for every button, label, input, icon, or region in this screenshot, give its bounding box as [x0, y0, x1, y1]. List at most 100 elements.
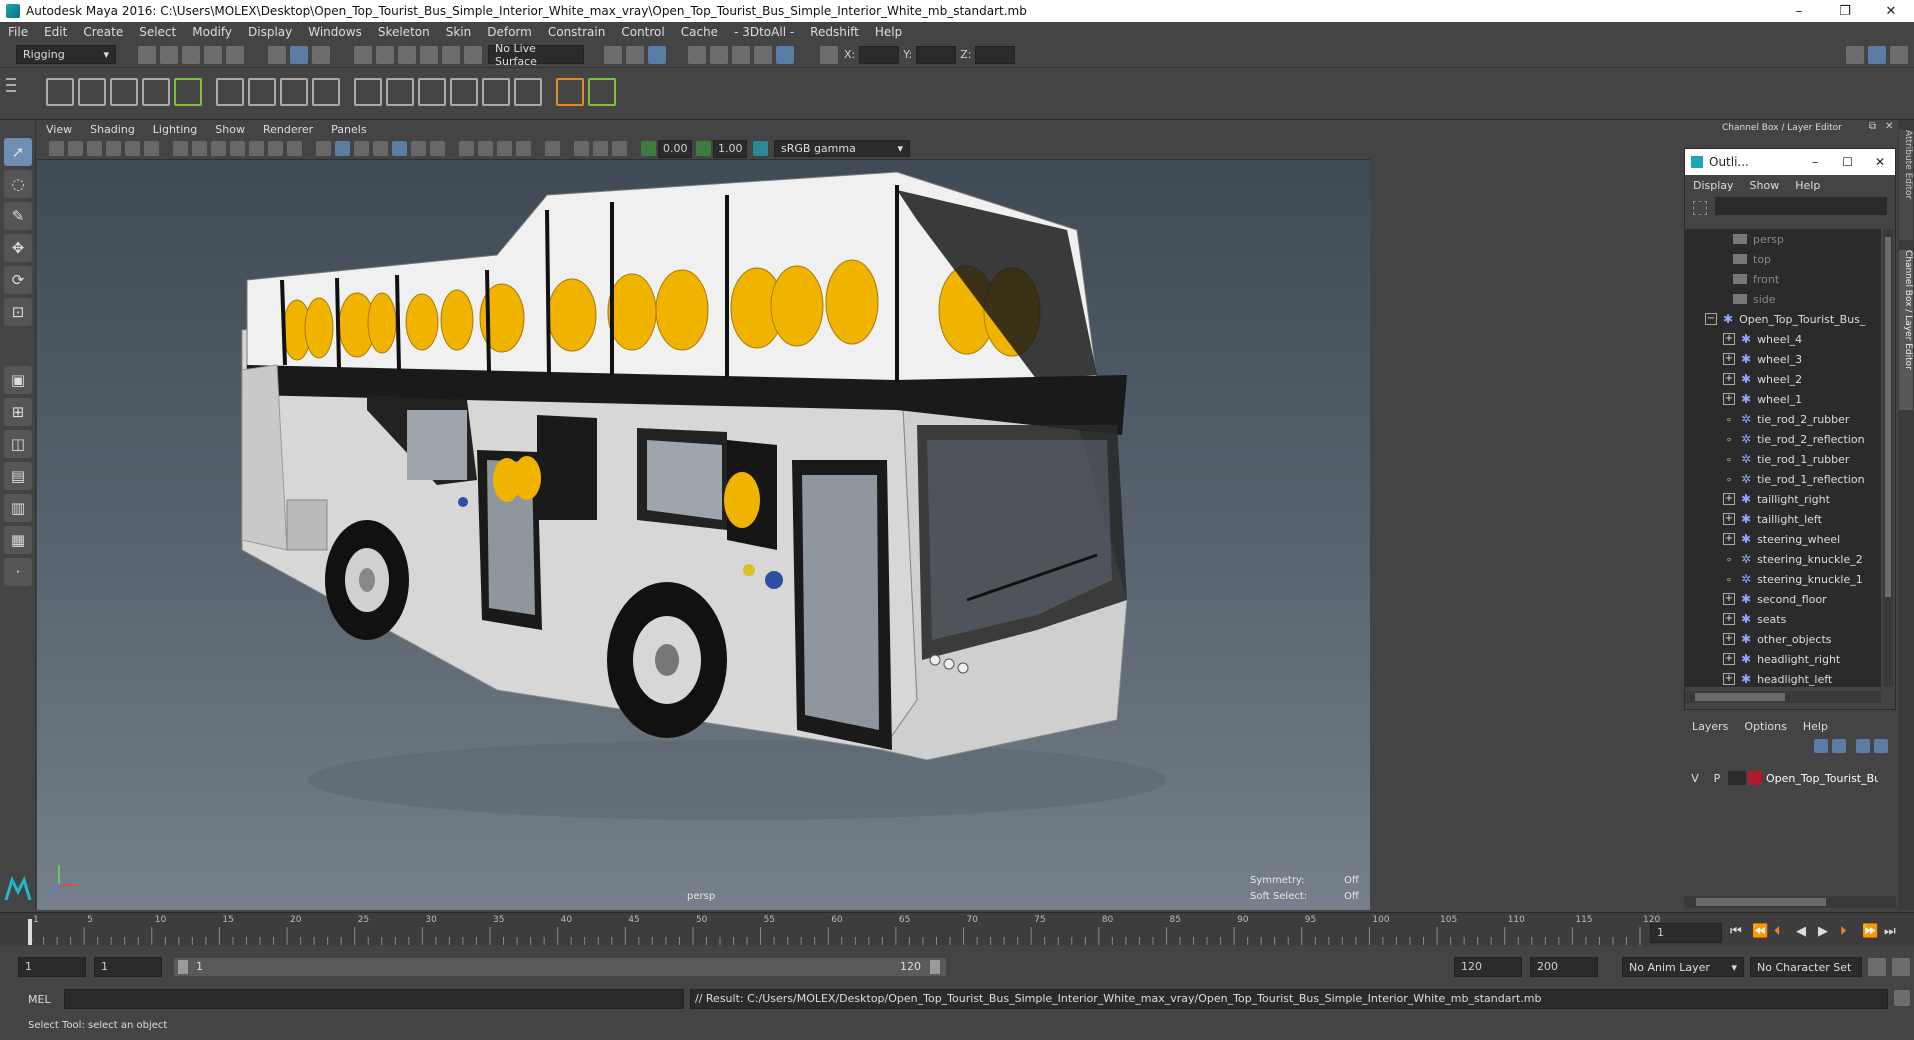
menu-skin[interactable]: Skin [438, 25, 480, 39]
vp-menu-lighting[interactable]: Lighting [144, 123, 206, 136]
outliner-menu-display[interactable]: Display [1685, 179, 1742, 192]
insert-joint-icon[interactable] [142, 78, 170, 106]
open-scene-icon[interactable] [160, 45, 178, 64]
xray-icon[interactable] [574, 141, 589, 156]
menu-redshift[interactable]: Redshift [802, 25, 867, 39]
expand-icon[interactable]: + [1723, 513, 1735, 525]
y-field[interactable] [916, 45, 957, 64]
animation-start-field[interactable]: 1 [18, 957, 86, 977]
script-language-label[interactable]: MEL [28, 993, 51, 1006]
expand-icon[interactable]: + [1723, 533, 1735, 545]
3d-viewport[interactable]: persp Symmetry: Off Soft Select: Off [37, 160, 1370, 910]
camera-attributes-icon[interactable] [68, 141, 83, 156]
tree-item[interactable]: ∘ ✲ tie_rod_2_rubber [1685, 409, 1881, 429]
tree-item[interactable]: + ✱ other_objects [1685, 629, 1881, 649]
vp-menu-view[interactable]: View [37, 123, 81, 136]
history-icon[interactable] [604, 45, 622, 64]
magnet-icon[interactable] [464, 45, 482, 64]
menu-windows[interactable]: Windows [300, 25, 370, 39]
tree-item[interactable]: + ✱ second_floor [1685, 589, 1881, 609]
tree-item-root[interactable]: − ✱ Open_Top_Tourist_Bus_ [1685, 309, 1881, 329]
tree-item[interactable]: + ✱ taillight_right [1685, 489, 1881, 509]
safe-action-icon[interactable] [268, 141, 283, 156]
isolate-select-icon[interactable] [545, 141, 560, 156]
expand-icon[interactable]: + [1723, 613, 1735, 625]
smooth-shade-icon[interactable] [335, 141, 350, 156]
menu-constrain[interactable]: Constrain [540, 25, 614, 39]
outliner-persp-layout-icon[interactable]: ▤ [4, 462, 32, 490]
wireframe-on-shaded-icon[interactable] [373, 141, 388, 156]
parent-constraint-icon[interactable] [482, 78, 510, 106]
tree-item[interactable]: + ✱ steering_wheel [1685, 529, 1881, 549]
paint-select-icon[interactable]: ✎ [4, 202, 32, 230]
outliner-search-input[interactable] [1715, 197, 1887, 215]
menu-control[interactable]: Control [613, 25, 672, 39]
new-empty-layer-icon[interactable] [1856, 739, 1870, 753]
lattice-icon[interactable] [248, 78, 276, 106]
layers-menu-help[interactable]: Help [1795, 720, 1836, 733]
play-backward-icon[interactable]: ◀ [1796, 924, 1818, 939]
point-constraint-icon[interactable] [354, 78, 382, 106]
x-field[interactable] [859, 45, 900, 64]
select-object-icon[interactable] [290, 45, 308, 64]
outliner-menu-help[interactable]: Help [1787, 179, 1828, 192]
tree-item[interactable]: + ✱ taillight_left [1685, 509, 1881, 529]
modeling-toolkit-icon[interactable] [1846, 46, 1864, 64]
move-layer-down-icon[interactable] [1832, 739, 1846, 753]
move-layer-up-icon[interactable] [1814, 739, 1828, 753]
float-icon[interactable]: ⧉ [1869, 121, 1876, 132]
shelf-menu-icon[interactable] [6, 74, 20, 114]
bind-skin-icon[interactable] [174, 78, 202, 106]
z-field[interactable] [975, 45, 1016, 64]
minimize-button[interactable]: – [1776, 4, 1822, 19]
close-icon[interactable]: ✕ [1885, 121, 1893, 132]
redo-icon[interactable] [226, 45, 244, 64]
default-material-icon[interactable] [354, 141, 369, 156]
expand-icon[interactable]: + [1723, 393, 1735, 405]
tree-item[interactable]: ∘ ✲ tie_rod_2_reflection [1685, 429, 1881, 449]
layer-visibility-toggle[interactable]: V [1684, 772, 1706, 785]
color-management-icon[interactable] [753, 141, 768, 156]
channel-box-toggle-icon[interactable] [1890, 46, 1908, 64]
2d-pan-zoom-icon[interactable] [125, 141, 140, 156]
vp-menu-renderer[interactable]: Renderer [254, 123, 322, 136]
step-forward-key-icon[interactable]: ⏩ [1862, 924, 1884, 939]
menu-display[interactable]: Display [240, 25, 300, 39]
tree-item-camera[interactable]: persp [1685, 229, 1881, 249]
cluster-icon[interactable] [216, 78, 244, 106]
four-view-icon[interactable]: ⊞ [4, 398, 32, 426]
maximize-icon[interactable]: ☐ [1830, 155, 1865, 169]
new-scene-icon[interactable] [138, 45, 156, 64]
attribute-editor-toggle-icon[interactable] [1868, 46, 1886, 64]
exposure-icon[interactable] [641, 141, 656, 156]
menu-select[interactable]: Select [131, 25, 184, 39]
menu-file[interactable]: File [0, 25, 36, 39]
color-space-dropdown[interactable]: sRGB gamma ▾ [774, 140, 910, 157]
tree-item[interactable]: + ✱ headlight_left [1685, 669, 1881, 687]
close-icon[interactable]: ✕ [1865, 155, 1895, 169]
layer-color-swatch[interactable] [1748, 771, 1762, 785]
time-slider[interactable]: 1 5 10 15 20 25 30 35 40 45 50 55 60 65 70 75 80 85 90 95 10… [0, 912, 1914, 946]
character-set-dropdown[interactable]: No Character Set [1750, 957, 1862, 977]
menu-3dtoall[interactable]: - 3DtoAll - [726, 25, 802, 39]
playback-start-field[interactable]: 1 [94, 957, 162, 977]
expand-icon[interactable]: + [1723, 673, 1735, 685]
scale-tool-icon[interactable]: ⊡ [4, 298, 32, 326]
grease-pencil-icon[interactable] [144, 141, 159, 156]
construction-icon[interactable] [626, 45, 644, 64]
tree-item[interactable]: + ✱ wheel_3 [1685, 349, 1881, 369]
rotate-tool-icon[interactable]: ⟳ [4, 266, 32, 294]
range-start-handle[interactable] [178, 960, 188, 974]
shadows-icon[interactable] [430, 141, 445, 156]
snap-grid-icon[interactable] [354, 45, 372, 64]
attribute-editor-tab[interactable]: Attribute Editor [1899, 130, 1913, 240]
select-hierarchy-icon[interactable] [268, 45, 286, 64]
tree-item[interactable]: ∘ ✲ steering_knuckle_2 [1685, 549, 1881, 569]
wireframe-icon[interactable] [316, 141, 331, 156]
channel-box-tab[interactable]: Channel Box / Layer Editor [1899, 250, 1913, 410]
ik-spline-icon[interactable] [110, 78, 138, 106]
current-frame-field[interactable]: 1 [1650, 923, 1722, 943]
motion-blur-icon[interactable] [478, 141, 493, 156]
step-forward-frame-icon[interactable]: ⏵ [1840, 924, 1862, 939]
new-layer-selected-icon[interactable] [1874, 739, 1888, 753]
